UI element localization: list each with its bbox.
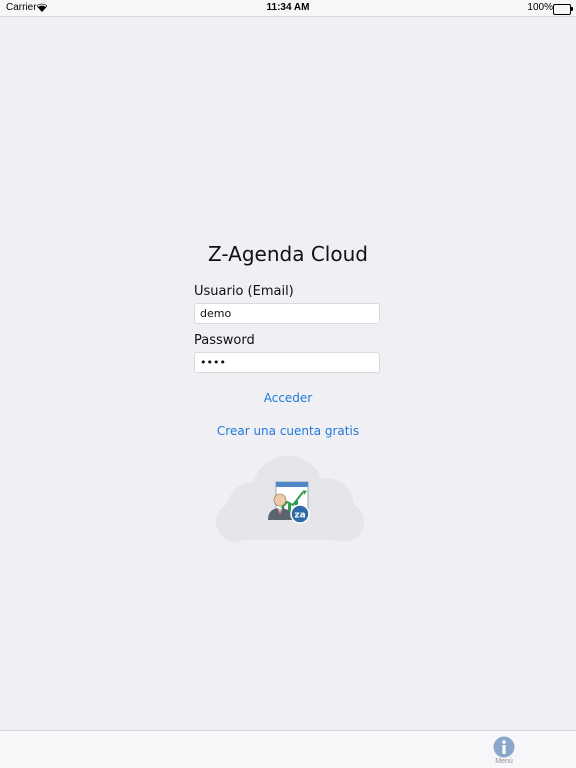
username-input[interactable]: [194, 303, 380, 324]
battery-percentage: 100%: [527, 2, 553, 13]
battery-icon: [553, 4, 573, 15]
tab-menu-label: Menú: [495, 758, 513, 765]
info-icon: [493, 736, 515, 758]
password-input[interactable]: [194, 352, 380, 373]
create-account-link[interactable]: Crear una cuenta gratis: [0, 424, 576, 438]
status-bar: Carrier 11:34 AM 100%: [0, 0, 576, 17]
app-title: Z-Agenda Cloud: [208, 242, 368, 266]
badge-text: za: [294, 511, 305, 521]
status-time: 11:34 AM: [266, 2, 310, 13]
tab-menu[interactable]: Menú: [484, 736, 524, 768]
app-logo: za: [216, 456, 364, 542]
tab-bar: Menú: [0, 730, 576, 768]
login-button[interactable]: Acceder: [0, 391, 576, 405]
za-badge: za: [290, 504, 310, 524]
password-label: Password: [194, 333, 255, 348]
username-label: Usuario (Email): [194, 284, 294, 299]
